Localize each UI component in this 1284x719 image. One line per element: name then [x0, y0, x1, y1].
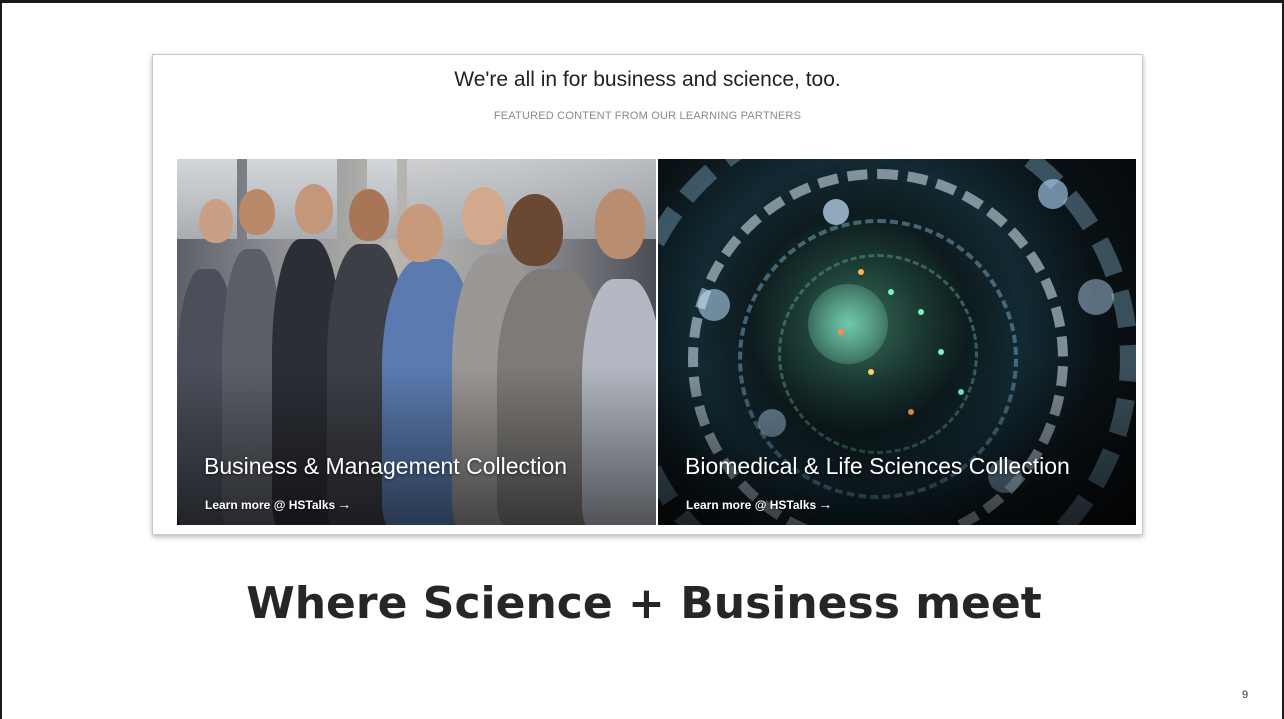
learn-more-link[interactable]: Learn more @ HSTalks →	[686, 496, 832, 512]
arrow-right-icon: →	[818, 496, 833, 512]
learn-more-label: Learn more @ HSTalks	[205, 498, 336, 512]
slide: We're all in for business and science, t…	[0, 0, 1284, 719]
featured-content-panel: We're all in for business and science, t…	[152, 54, 1143, 535]
biomedical-life-sciences-card[interactable]: Biomedical & Life Sciences Collection Le…	[658, 159, 1136, 525]
card-title: Biomedical & Life Sciences Collection	[685, 453, 1070, 479]
arrow-right-icon: →	[337, 496, 352, 512]
page-number: 9	[1242, 689, 1249, 701]
panel-subtitle: FEATURED CONTENT FROM OUR LEARNING PARTN…	[493, 110, 802, 122]
card-title: Business & Management Collection	[204, 453, 568, 479]
learn-more-label: Learn more @ HSTalks	[686, 498, 817, 512]
learn-more-link[interactable]: Learn more @ HSTalks →	[205, 496, 351, 512]
slide-headline: Where Science + Business meet	[246, 578, 1042, 629]
business-management-card[interactable]: Business & Management Collection Learn m…	[177, 159, 656, 525]
panel-title: We're all in for business and science, t…	[454, 68, 841, 91]
